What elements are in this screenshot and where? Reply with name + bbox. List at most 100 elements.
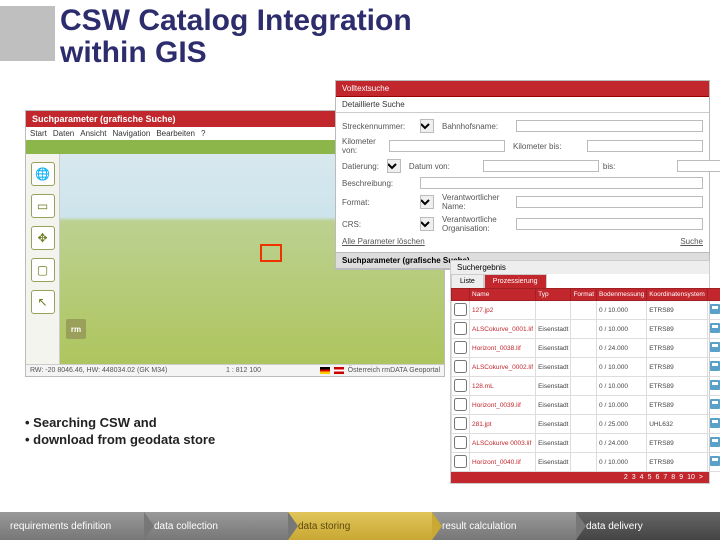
clear-all-button[interactable]: Alle Parameter löschen bbox=[342, 237, 425, 246]
row-checkbox[interactable] bbox=[454, 379, 467, 392]
input-beschreibung[interactable] bbox=[420, 177, 703, 189]
row-checkbox[interactable] bbox=[454, 341, 467, 354]
cell-boden: 0 / 10.000 bbox=[597, 358, 647, 377]
col-bodenmessung[interactable]: Bodenmessung bbox=[597, 289, 647, 301]
cell-format bbox=[571, 339, 597, 358]
row-checkbox[interactable] bbox=[454, 303, 467, 316]
download-icon[interactable] bbox=[710, 342, 720, 352]
pager-link[interactable]: 9 bbox=[679, 474, 683, 481]
col-typ[interactable]: Typ bbox=[536, 289, 571, 301]
cell-format bbox=[571, 358, 597, 377]
pointer-tool-icon[interactable]: ↖ bbox=[31, 290, 55, 314]
cell-format bbox=[571, 434, 597, 453]
step-calculation[interactable]: result calculation bbox=[432, 512, 576, 540]
pager-link[interactable]: 10 bbox=[687, 474, 695, 481]
step-delivery[interactable]: data delivery bbox=[576, 512, 720, 540]
table-row[interactable]: ALSCokurve_0002.lifEisenstadt0 / 10.000E… bbox=[452, 358, 720, 377]
table-row[interactable]: ALSCokurve_0001.lifEisenstadt0 / 10.000E… bbox=[452, 320, 720, 339]
menu-help[interactable]: ? bbox=[201, 129, 205, 138]
pager-link[interactable]: 5 bbox=[648, 474, 652, 481]
layer-tool-icon[interactable]: ▭ bbox=[31, 194, 55, 218]
cell-name: Horizont_0039.lif bbox=[470, 396, 536, 415]
bullet-1: Searching CSW and bbox=[25, 415, 215, 430]
download-icon[interactable] bbox=[710, 323, 720, 333]
input-bahnhof[interactable] bbox=[516, 120, 703, 132]
select-crs[interactable] bbox=[420, 217, 434, 231]
download-icon[interactable] bbox=[710, 418, 720, 428]
tab-liste[interactable]: Liste bbox=[451, 274, 484, 288]
download-icon[interactable] bbox=[710, 399, 720, 409]
cell-typ: Eisenstadt bbox=[536, 415, 571, 434]
table-row[interactable]: Horizont_0039.lifEisenstadt0 / 10.000ETR… bbox=[452, 396, 720, 415]
input-datumvon[interactable] bbox=[483, 160, 599, 172]
table-row[interactable]: 127.jp20 / 10.000ETRS89+ bbox=[452, 301, 720, 320]
status-right: Österreich rmDATA Geoportal bbox=[320, 367, 440, 374]
search-button[interactable]: Suche bbox=[680, 237, 703, 246]
input-vorg[interactable] bbox=[516, 218, 703, 230]
row-checkbox[interactable] bbox=[454, 436, 467, 449]
row-checkbox[interactable] bbox=[454, 398, 467, 411]
input-kmbis[interactable] bbox=[587, 140, 703, 152]
row-checkbox[interactable] bbox=[454, 455, 467, 468]
tab-detaillierte[interactable]: Detaillierte Suche bbox=[336, 97, 709, 113]
cell-format bbox=[571, 320, 597, 339]
select-tool-icon[interactable]: ▢ bbox=[31, 258, 55, 282]
step-requirements[interactable]: requirements definition bbox=[0, 512, 144, 540]
cell-boden: 0 / 10.000 bbox=[597, 453, 647, 472]
tab-prozessierung[interactable]: Prozessierung bbox=[484, 274, 547, 288]
label-datumvon: Datum von: bbox=[409, 162, 479, 171]
label-vname: Verantwortlicher Name: bbox=[442, 193, 512, 211]
col-crs[interactable]: Koordinatensystem bbox=[647, 289, 708, 301]
pan-tool-icon[interactable]: ✥ bbox=[31, 226, 55, 250]
cell-crs: ETRS89 bbox=[647, 377, 708, 396]
col-name[interactable]: Name bbox=[470, 289, 536, 301]
menu-navigation[interactable]: Navigation bbox=[113, 129, 151, 138]
select-strecke[interactable] bbox=[420, 119, 434, 133]
pager-link[interactable]: 2 bbox=[624, 474, 628, 481]
download-icon[interactable] bbox=[710, 437, 720, 447]
cell-boden: 0 / 24.000 bbox=[597, 434, 647, 453]
cell-name: Horizont_0038.lif bbox=[470, 339, 536, 358]
pager-link[interactable]: 6 bbox=[655, 474, 659, 481]
select-datierung[interactable] bbox=[387, 159, 401, 173]
step-storing[interactable]: data storing bbox=[288, 512, 432, 540]
globe-tool-icon[interactable]: 🌐 bbox=[31, 162, 55, 186]
menu-bearbeiten[interactable]: Bearbeiten bbox=[156, 129, 195, 138]
flag-at-icon[interactable] bbox=[334, 367, 344, 374]
table-row[interactable]: ALSCokurve 0003.lifEisenstadt0 / 24.000E… bbox=[452, 434, 720, 453]
menu-daten[interactable]: Daten bbox=[53, 129, 74, 138]
results-header: Suchergebnis bbox=[451, 261, 709, 274]
pager-link[interactable]: 4 bbox=[640, 474, 644, 481]
row-checkbox[interactable] bbox=[454, 322, 467, 335]
download-icon[interactable] bbox=[710, 361, 720, 371]
tab-volltextsuche[interactable]: Volltextsuche bbox=[336, 81, 709, 97]
map-side-tools: 🌐 ▭ ✥ ▢ ↖ bbox=[26, 154, 60, 364]
cell-name: 127.jp2 bbox=[470, 301, 536, 320]
pager-link[interactable]: 3 bbox=[632, 474, 636, 481]
download-icon[interactable] bbox=[710, 380, 720, 390]
map-selection-box[interactable] bbox=[260, 244, 282, 262]
select-format[interactable] bbox=[420, 195, 434, 209]
col-format[interactable]: Format bbox=[571, 289, 597, 301]
cell-boden: 0 / 10.000 bbox=[597, 396, 647, 415]
table-row[interactable]: 281.jptEisenstadt0 / 25.000UHL632+ bbox=[452, 415, 720, 434]
menu-start[interactable]: Start bbox=[30, 129, 47, 138]
input-kmvon[interactable] bbox=[389, 140, 505, 152]
download-icon[interactable] bbox=[710, 456, 720, 466]
menu-ansicht[interactable]: Ansicht bbox=[80, 129, 106, 138]
table-row[interactable]: Horizont_0040.lifEisenstadt0 / 10.000ETR… bbox=[452, 453, 720, 472]
results-header-row: Name Typ Format Bodenmessung Koordinaten… bbox=[452, 289, 720, 301]
download-icon[interactable] bbox=[710, 304, 720, 314]
step-collection[interactable]: data collection bbox=[144, 512, 288, 540]
input-vname[interactable] bbox=[516, 196, 703, 208]
input-bis[interactable] bbox=[677, 160, 720, 172]
pager-link[interactable]: > bbox=[699, 474, 703, 481]
table-row[interactable]: 128.mLEisenstadt0 / 10.000ETRS89+ bbox=[452, 377, 720, 396]
cell-name: ALSCokurve 0003.lif bbox=[470, 434, 536, 453]
pager-link[interactable]: 8 bbox=[671, 474, 675, 481]
row-checkbox[interactable] bbox=[454, 360, 467, 373]
pager-link[interactable]: 7 bbox=[663, 474, 667, 481]
table-row[interactable]: Horizont_0038.lifEisenstadt0 / 24.000ETR… bbox=[452, 339, 720, 358]
flag-de-icon[interactable] bbox=[320, 367, 330, 374]
row-checkbox[interactable] bbox=[454, 417, 467, 430]
